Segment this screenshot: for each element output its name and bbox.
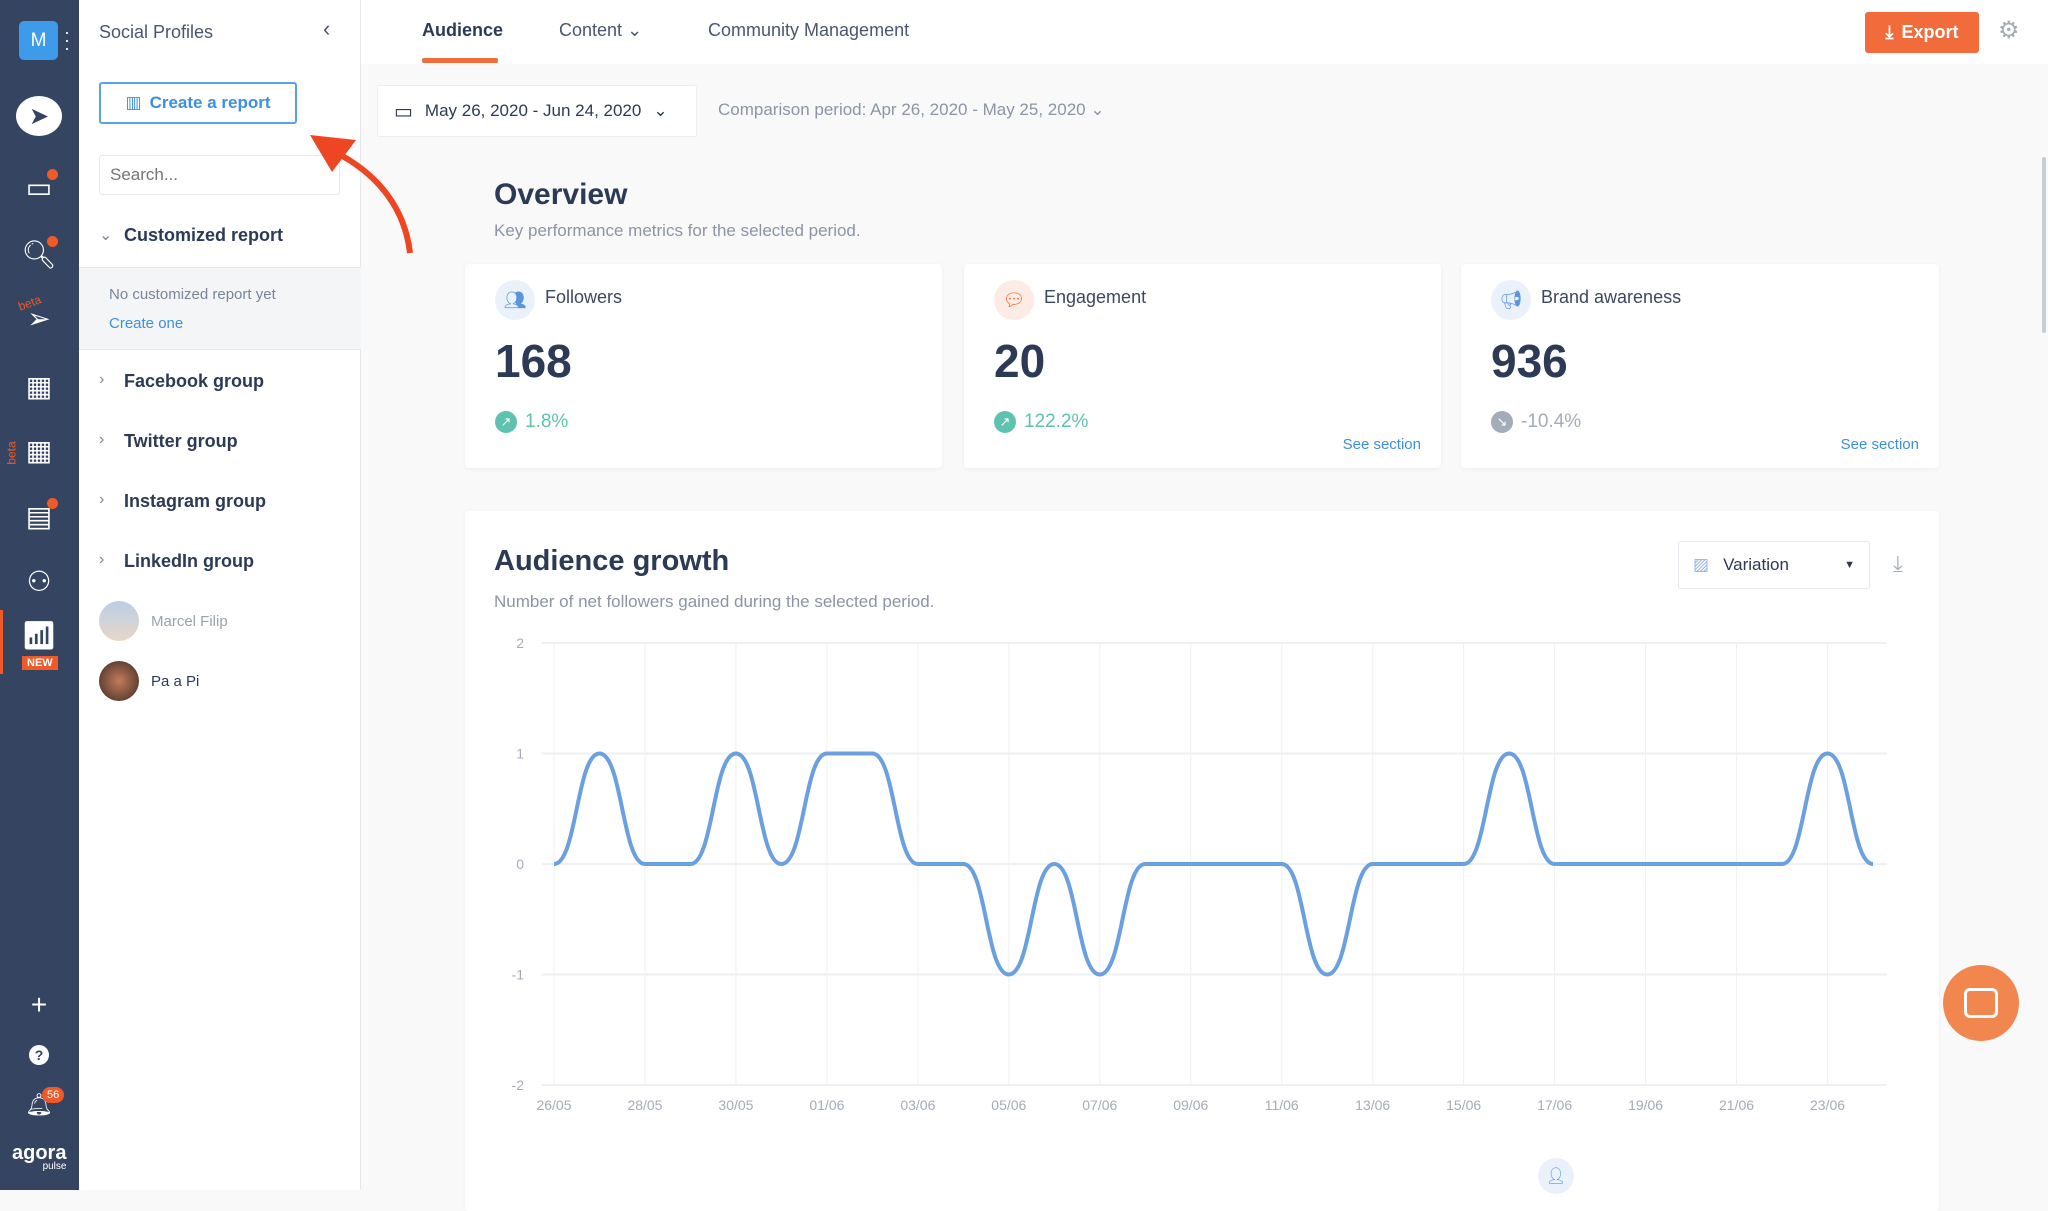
audience-growth-chart: 26/05 28/05 30/05 01/06 03/06 05/06 07/06 09/06… bbox=[0, 0, 2048, 1190]
x-tick-label: 28/05 bbox=[627, 1097, 662, 1113]
x-tick-label: 30/05 bbox=[718, 1097, 753, 1113]
x-tick-label: 11/06 bbox=[1265, 1097, 1299, 1113]
x-tick-label: 05/06 bbox=[991, 1097, 1026, 1113]
y-tick-label: 0 bbox=[516, 856, 524, 872]
x-tick-label: 07/06 bbox=[1082, 1097, 1117, 1113]
x-tick-label: 26/05 bbox=[536, 1097, 571, 1113]
x-tick-label: 09/06 bbox=[1173, 1097, 1208, 1113]
y-tick-label: -2 bbox=[512, 1077, 525, 1093]
x-tick-label: 21/06 bbox=[1719, 1097, 1754, 1113]
chat-button[interactable] bbox=[1943, 965, 2019, 1041]
x-tick-label: 19/06 bbox=[1628, 1097, 1663, 1113]
x-tick-label: 01/06 bbox=[809, 1097, 844, 1113]
x-tick-label: 23/06 bbox=[1810, 1097, 1845, 1113]
y-tick-label: 2 bbox=[516, 635, 524, 651]
scrollbar[interactable] bbox=[2042, 157, 2046, 333]
y-tick-label: 1 bbox=[516, 746, 524, 762]
y-tick-label: -1 bbox=[512, 967, 525, 983]
x-tick-label: 17/06 bbox=[1537, 1097, 1572, 1113]
x-tick-label: 13/06 bbox=[1355, 1097, 1390, 1113]
x-tick-label: 03/06 bbox=[900, 1097, 935, 1113]
x-tick-label: 15/06 bbox=[1446, 1097, 1481, 1113]
chat-icon bbox=[1964, 988, 1998, 1018]
